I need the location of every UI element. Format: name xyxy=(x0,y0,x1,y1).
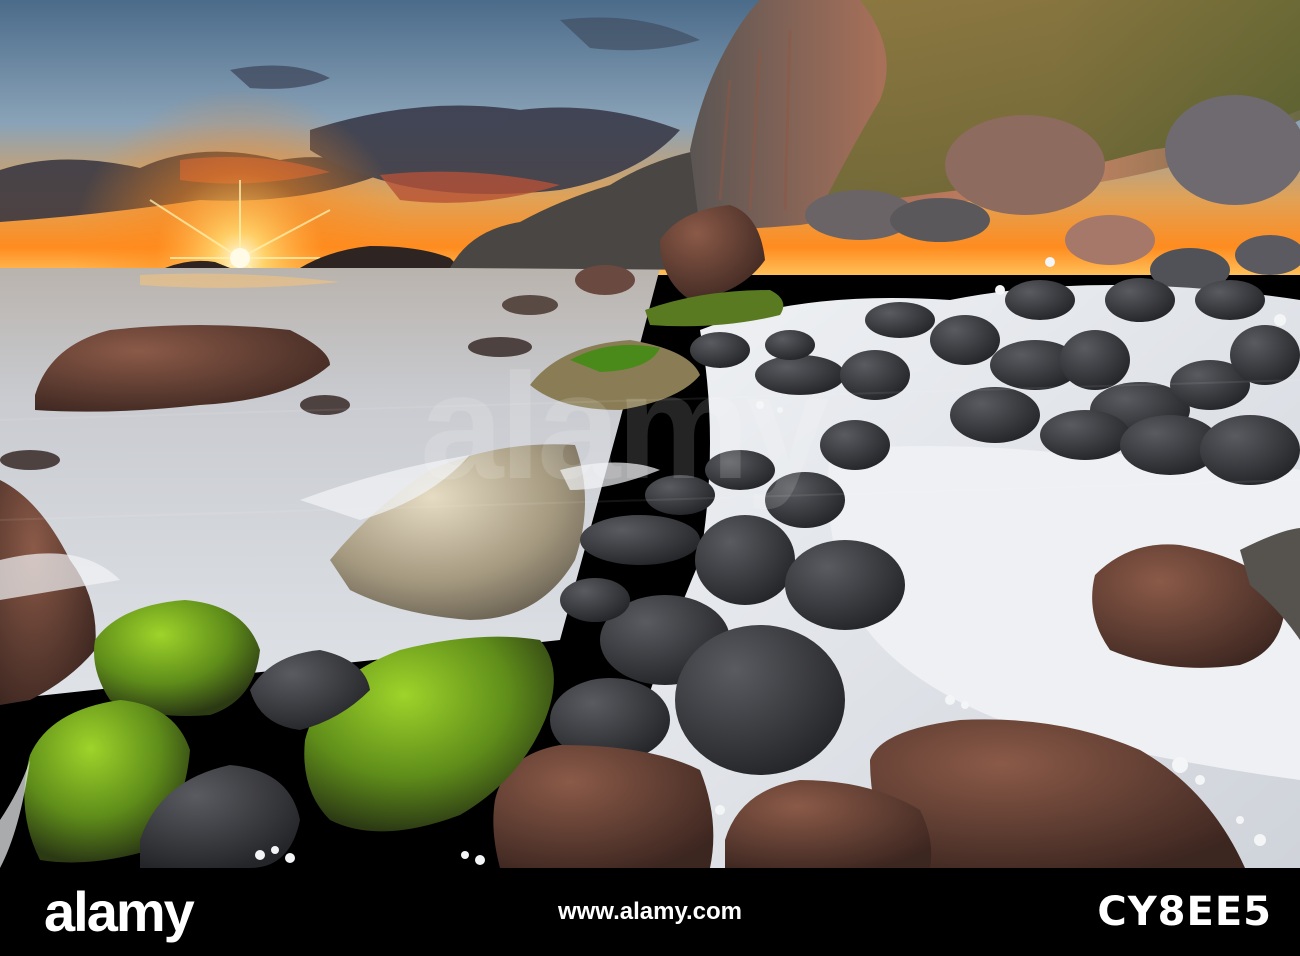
front-dark-boulder xyxy=(493,745,714,868)
stock-footer-bar: alamy www.alamy.com CY8EE5 xyxy=(0,868,1300,956)
small-sea-rock xyxy=(300,395,350,415)
coastal-sunset-photo: alamy xyxy=(0,0,1300,868)
stock-url[interactable]: www.alamy.com xyxy=(360,898,940,926)
small-sea-rock xyxy=(0,450,60,470)
stock-host: www.alamy.com xyxy=(557,898,743,925)
sun xyxy=(230,248,250,268)
alamy-logo[interactable]: alamy xyxy=(44,884,195,940)
small-sea-rock xyxy=(575,265,635,295)
small-sea-rock xyxy=(468,337,532,357)
small-sea-rock xyxy=(502,295,558,315)
image-id: CY8EE5 xyxy=(1097,889,1272,935)
